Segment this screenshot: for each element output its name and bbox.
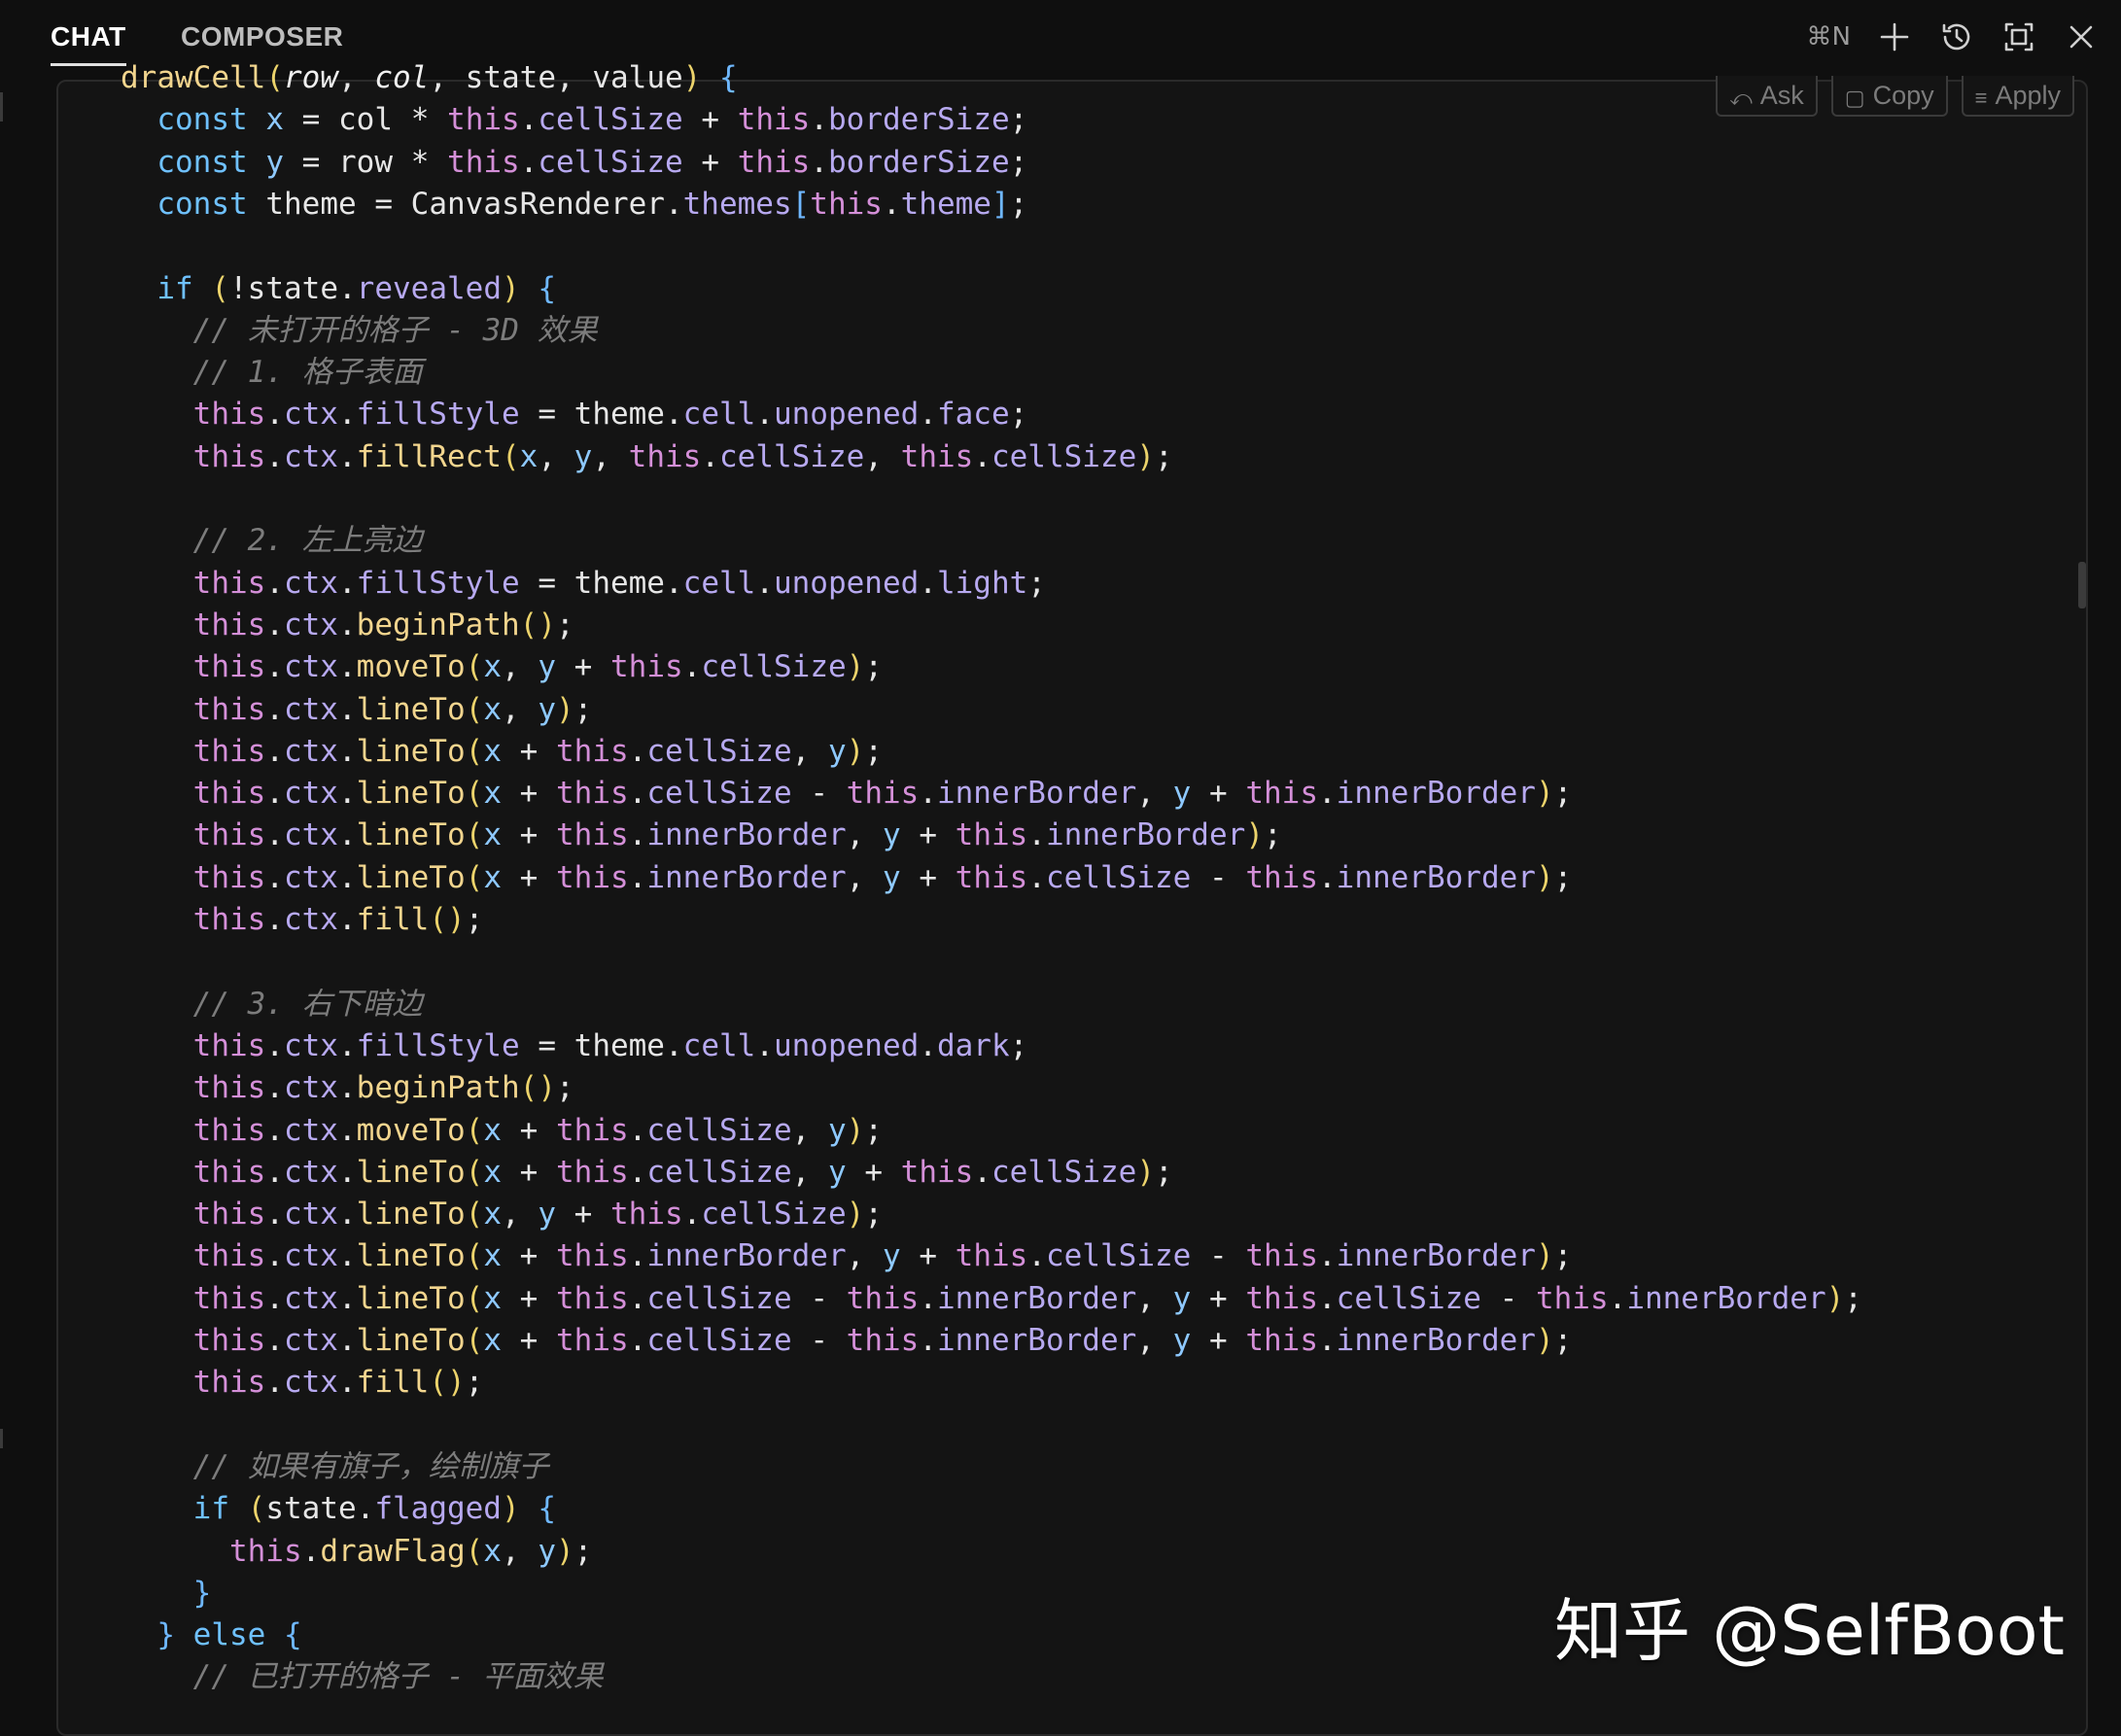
code-line: this.ctx.fillRect(x, y, this.cellSize, t… [192,438,1173,474]
code-line: this.ctx.fillStyle = theme.cell.unopened… [192,397,1028,433]
code-line: const x = col * this.cellSize + this.bor… [156,102,1028,138]
history-icon[interactable] [1938,18,1975,55]
code-line: this.ctx.lineTo(x + this.innerBorder, y … [192,859,1573,895]
copy-icon: ▢ [1844,86,1865,110]
code-line: if (!state.revealed) { [156,270,556,306]
code-line: this.ctx.lineTo(x + this.innerBorder, y … [192,1238,1573,1274]
code-comment-line: // 3. 右下暗边 [192,986,423,1022]
code-line: this.ctx.lineTo(x + this.cellSize - this… [192,1323,1573,1358]
apply-button-label: Apply [1995,81,2061,110]
code-line: this.ctx.lineTo(x, y); [192,691,593,727]
plus-icon[interactable] [1876,18,1913,55]
maximize-icon[interactable] [2000,18,2037,55]
code-line: this.ctx.lineTo(x, y + this.cellSize); [192,1197,883,1233]
tab-chat-label: CHAT [51,21,126,52]
code-line: this.ctx.lineTo(x + this.innerBorder, y … [192,817,1282,853]
code-comment-line: // 未打开的格子 - 3D 效果 [192,312,598,348]
code-line: this.ctx.moveTo(x + this.cellSize, y); [192,1112,883,1148]
code-comment-line: // 1. 格子表面 [192,355,423,391]
apply-icon: ≡ [1974,86,1988,110]
code-line: const y = row * this.cellSize + this.bor… [156,144,1028,180]
tab-chat[interactable]: CHAT [51,21,126,66]
code-comment-line: // 已打开的格子 - 平面效果 [192,1659,604,1695]
scrollbar-thumb[interactable] [2078,562,2086,608]
ask-button[interactable]: ⤺ Ask [1716,76,1818,117]
active-tab-indicator [51,63,126,66]
code-line: this.drawFlag(x, y); [228,1533,593,1569]
tab-composer-label: COMPOSER [181,21,344,52]
code-line: this.ctx.fillStyle = theme.cell.unopened… [192,1027,1028,1063]
code-line: const theme = CanvasRenderer.themes[this… [156,186,1028,222]
copy-button-label: Copy [1872,81,1934,110]
code-line: if (state.flagged) { [192,1491,556,1527]
tab-composer[interactable]: COMPOSER [181,21,343,52]
code-line: this.ctx.beginPath(); [192,1070,574,1106]
apply-button[interactable]: ≡ Apply [1961,76,2074,117]
code-line: } [192,1575,212,1611]
code-line: this.ctx.lineTo(x + this.cellSize - this… [192,776,1573,812]
code-line: this.ctx.lineTo(x + this.cellSize - this… [192,1280,1862,1316]
code-line: this.ctx.moveTo(x, y + this.cellSize); [192,649,883,685]
close-icon[interactable] [2063,18,2100,55]
code-comment-line: // 如果有旗子，绘制旗子 [192,1448,549,1484]
left-edge-marker [0,1429,3,1448]
code-line: this.ctx.fillStyle = theme.cell.unopened… [192,565,1046,601]
new-chat-shortcut: ⌘N [1806,22,1851,52]
watermark: 知乎 @SelfBoot [1554,1591,2065,1671]
copy-button[interactable]: ▢ Copy [1830,76,1948,117]
ask-icon: ⤺ [1729,86,1753,110]
top-actions: ⌘N [1807,17,2100,56]
code-line: this.ctx.beginPath(); [192,607,574,642]
code-block: ⤺ Ask ▢ Copy ≡ Apply drawCell(row, col, … [56,60,2088,1736]
code-line: this.ctx.fill(); [192,902,484,937]
code-line: drawCell(row, col, state, value) { [121,60,738,95]
code-block-actions: ⤺ Ask ▢ Copy ≡ Apply [1716,76,2074,117]
ask-button-label: Ask [1759,81,1804,110]
code-comment-line: // 2. 左上亮边 [192,523,423,559]
code-line: this.ctx.lineTo(x + this.cellSize, y); [192,733,883,769]
code-line: } else { [156,1617,302,1653]
code-line: this.ctx.lineTo(x + this.cellSize, y + t… [192,1154,1173,1190]
left-edge-marker [0,92,3,122]
code-line: this.ctx.fill(); [192,1365,484,1401]
